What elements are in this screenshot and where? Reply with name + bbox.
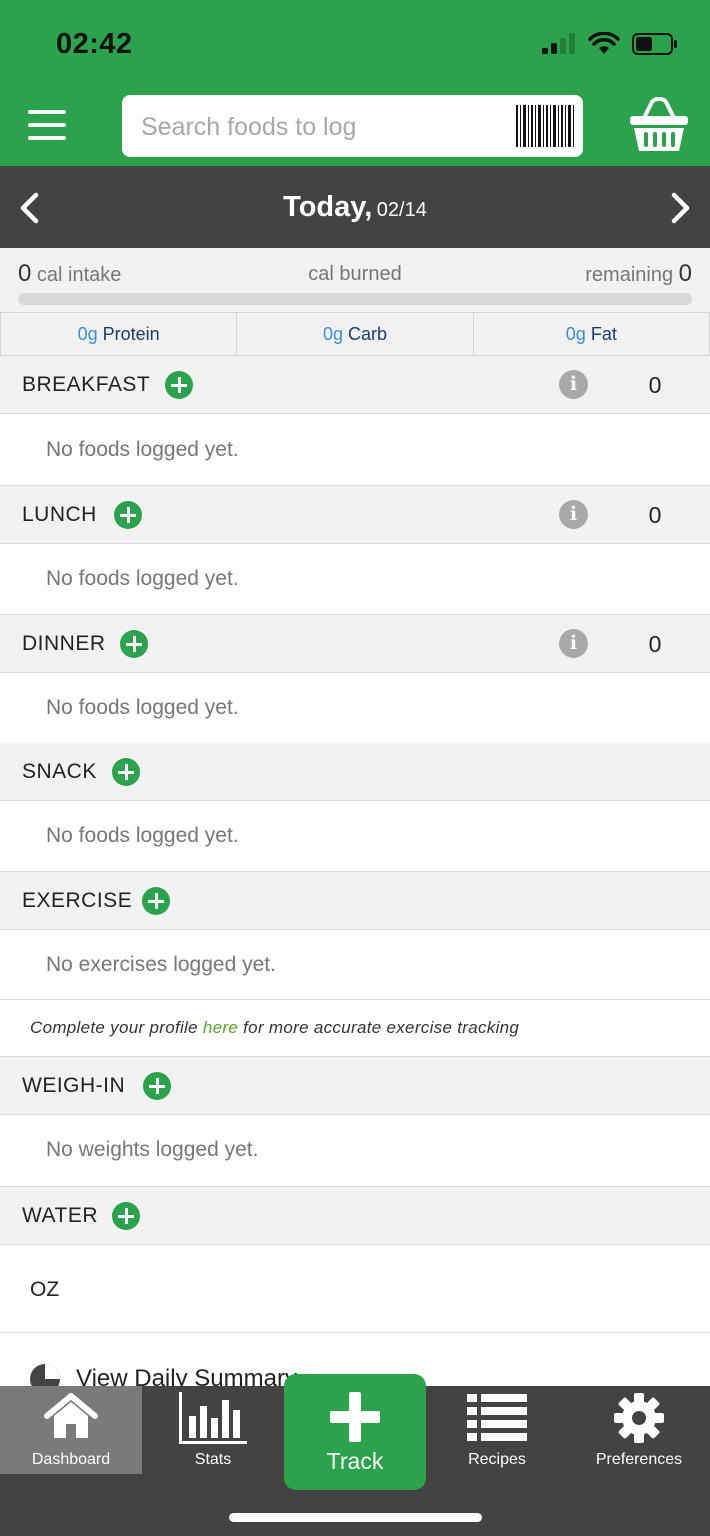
profile-note: Complete your profile here for more accu… — [0, 1000, 710, 1057]
dinner-calories: 0 — [648, 631, 662, 657]
date-day-label: Today, — [283, 191, 373, 223]
breakfast-body: No foods logged yet. — [0, 414, 710, 486]
water-unit: OZ — [30, 1278, 60, 1301]
calorie-summary: 0 cal intake cal burned remaining 0 — [0, 248, 710, 312]
add-water-button[interactable] — [112, 1202, 140, 1230]
profile-note-before: Complete your profile — [30, 1018, 203, 1037]
bar-chart-icon — [179, 1392, 247, 1444]
breakfast-header: BREAKFAST i 0 — [0, 356, 710, 414]
date-navigator: Today, 02/14 — [0, 166, 710, 248]
profile-note-after: for more accurate exercise tracking — [238, 1018, 520, 1037]
top-bar: Search foods to log — [0, 88, 710, 166]
track-button[interactable]: Track — [284, 1374, 426, 1490]
food-search-input[interactable]: Search foods to log — [122, 95, 583, 157]
cal-remaining-value: 0 — [678, 260, 692, 287]
weigh-in-empty-message: No weights logged yet. — [46, 1138, 259, 1161]
macro-summary: 0g Protein 0g Carb 0g Fat — [0, 312, 710, 356]
snack-title: SNACK — [22, 760, 97, 783]
current-date: Today, 02/14 — [0, 191, 710, 224]
dinner-empty-message: No foods logged yet. — [46, 696, 239, 719]
breakfast-title: BREAKFAST — [22, 373, 151, 396]
water-title: WATER — [22, 1204, 98, 1227]
macro-carb-label: Carb — [348, 324, 388, 344]
weigh-in-title: WEIGH-IN — [22, 1074, 126, 1097]
barcode-scan-icon[interactable] — [515, 104, 575, 148]
macro-carb[interactable]: 0g Carb — [237, 313, 474, 355]
chevron-right-icon[interactable] — [670, 192, 692, 224]
add-snack-button[interactable] — [112, 758, 140, 786]
snack-empty-message: No foods logged yet. — [46, 824, 239, 847]
home-icon — [44, 1393, 98, 1438]
macro-fat[interactable]: 0g Fat — [474, 313, 710, 355]
exercise-header: EXERCISE — [0, 872, 710, 930]
breakfast-info-icon[interactable]: i — [559, 370, 588, 399]
weigh-in-header: WEIGH-IN — [0, 1057, 710, 1115]
add-weigh-in-button[interactable] — [143, 1072, 171, 1100]
snack-header: SNACK — [0, 743, 710, 801]
tab-stats[interactable]: Stats — [142, 1386, 284, 1474]
list-icon — [467, 1394, 527, 1441]
breakfast-calories: 0 — [648, 372, 662, 398]
complete-profile-link[interactable]: here — [203, 1018, 238, 1037]
lunch-empty-message: No foods logged yet. — [46, 567, 239, 590]
macro-protein-label: Protein — [102, 324, 160, 344]
weigh-in-body: No weights logged yet. — [0, 1115, 710, 1187]
water-header: WATER — [0, 1187, 710, 1245]
tab-preferences[interactable]: Preferences — [568, 1386, 710, 1474]
tab-recipes[interactable]: Recipes — [426, 1386, 568, 1474]
gear-icon — [614, 1393, 664, 1443]
tab-recipes-label: Recipes — [468, 1451, 526, 1468]
macro-carb-amount: 0g — [322, 324, 343, 344]
status-icons — [542, 32, 678, 56]
exercise-empty-message: No exercises logged yet. — [46, 953, 276, 976]
add-breakfast-button[interactable] — [165, 371, 193, 399]
exercise-title: EXERCISE — [22, 889, 133, 912]
status-bar: 02:42 — [0, 0, 710, 88]
calorie-progress-bar — [18, 293, 692, 305]
wifi-icon — [588, 32, 620, 54]
dinner-body: No foods logged yet. — [0, 673, 710, 743]
battery-icon — [632, 33, 677, 55]
track-button-label: Track — [326, 1448, 384, 1474]
plus-icon — [330, 1392, 380, 1442]
cal-remaining-label: remaining — [585, 264, 674, 286]
dinner-info-icon[interactable]: i — [559, 629, 588, 658]
add-lunch-button[interactable] — [114, 501, 142, 529]
lunch-body: No foods logged yet. — [0, 544, 710, 615]
lunch-header: LUNCH i 0 — [0, 486, 710, 544]
lunch-info-icon[interactable]: i — [559, 500, 588, 529]
exercise-body: No exercises logged yet. — [0, 930, 710, 1000]
add-exercise-button[interactable] — [142, 887, 170, 915]
lunch-calories: 0 — [648, 502, 662, 528]
status-clock: 02:42 — [56, 28, 133, 60]
cal-remaining: remaining 0 — [585, 260, 692, 288]
tab-stats-label: Stats — [194, 1451, 232, 1468]
search-placeholder: Search foods to log — [141, 113, 357, 141]
cellular-signal-icon — [542, 33, 575, 54]
date-value: 02/14 — [376, 199, 427, 221]
macro-fat-amount: 0g — [565, 324, 586, 344]
add-dinner-button[interactable] — [120, 630, 148, 658]
divider — [0, 1332, 710, 1333]
breakfast-empty-message: No foods logged yet. — [46, 438, 239, 461]
macro-protein[interactable]: 0g Protein — [0, 313, 238, 355]
tab-dashboard-label: Dashboard — [31, 1451, 111, 1468]
dinner-header: DINNER i 0 — [0, 615, 710, 673]
tab-preferences-label: Preferences — [595, 1451, 683, 1468]
home-indicator — [229, 1513, 482, 1522]
tab-dashboard[interactable]: Dashboard — [0, 1386, 142, 1474]
profile-note-text: Complete your profile here for more accu… — [30, 1018, 519, 1038]
snack-body: No foods logged yet. — [0, 801, 710, 872]
lunch-title: LUNCH — [22, 503, 97, 526]
basket-icon[interactable] — [628, 96, 690, 154]
macro-fat-label: Fat — [590, 324, 617, 344]
hamburger-menu-icon[interactable] — [28, 110, 66, 140]
macro-protein-amount: 0g — [77, 324, 98, 344]
dinner-title: DINNER — [22, 632, 106, 655]
